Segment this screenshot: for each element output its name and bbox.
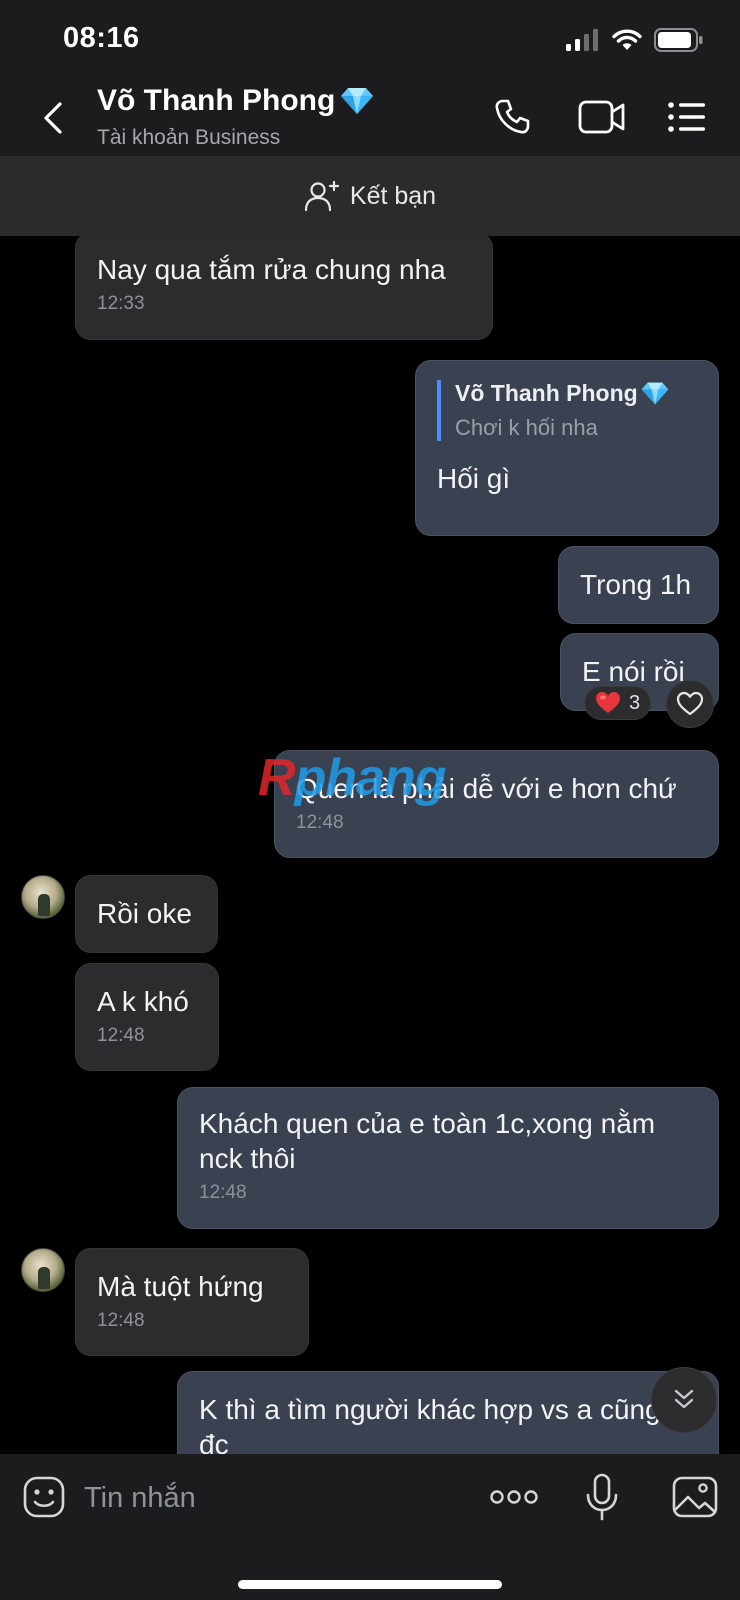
menu-list-icon — [668, 102, 705, 132]
status-bar: 08:16 — [0, 0, 740, 80]
video-call-button[interactable] — [577, 94, 627, 140]
menu-button[interactable] — [662, 94, 712, 140]
signal-icon — [566, 29, 598, 51]
message-bubble-outgoing[interactable]: Trong 1h — [558, 546, 719, 624]
double-chevron-down-icon — [674, 1389, 694, 1409]
add-friend-icon — [304, 180, 340, 212]
diamond-icon — [341, 88, 374, 114]
message-time: 12:48 — [97, 1310, 145, 1331]
message-time: 12:33 — [97, 293, 145, 314]
message-input[interactable] — [84, 1476, 464, 1520]
status-time: 08:16 — [63, 22, 140, 54]
message-text: Mà tuột hứng — [97, 1271, 264, 1302]
react-heart-button[interactable] — [666, 680, 714, 728]
home-indicator — [238, 1580, 502, 1589]
voice-message-button[interactable] — [575, 1470, 629, 1524]
contact-name[interactable]: Võ Thanh Phong — [97, 84, 375, 118]
microphone-icon — [586, 1473, 618, 1521]
sticker-icon — [23, 1476, 65, 1518]
wifi-icon — [612, 29, 642, 50]
scroll-to-bottom-button[interactable] — [651, 1367, 717, 1433]
message-bubble-outgoing[interactable]: Khách quen của e toàn 1c,xong nằm nck th… — [177, 1087, 719, 1229]
reaction-summary[interactable]: 3 — [584, 686, 652, 720]
phone-icon — [495, 99, 530, 134]
reply-quote[interactable]: Võ Thanh Phong Chơi k hối nha — [437, 380, 697, 441]
call-button[interactable] — [487, 94, 537, 140]
contact-name-text: Võ Thanh Phong — [97, 84, 336, 117]
reaction-count: 3 — [629, 691, 641, 714]
message-bubble-incoming[interactable]: Nay qua tắm rửa chung nha 12:33 — [75, 236, 493, 340]
message-text: Nay qua tắm rửa chung nha — [97, 254, 446, 285]
more-options-button[interactable] — [487, 1470, 541, 1524]
battery-icon — [654, 28, 703, 52]
video-call-icon — [578, 100, 625, 134]
back-button[interactable] — [36, 98, 72, 138]
message-text: Trong 1h — [580, 569, 692, 600]
message-text: Rồi oke — [97, 898, 192, 929]
watermark-part2: phang — [294, 749, 447, 807]
watermark-part1: R — [258, 749, 296, 807]
message-list[interactable]: Nay qua tắm rửa chung nha 12:33 Võ Thanh… — [0, 236, 740, 1454]
message-bubble-incoming[interactable]: Rồi oke — [75, 875, 218, 953]
chat-header: Võ Thanh Phong Tài khoản Business — [0, 80, 740, 156]
account-type: Tài khoản Business — [97, 126, 281, 149]
reply-sender: Võ Thanh Phong — [455, 380, 697, 407]
add-friend-bar[interactable]: Kết bạn — [0, 156, 740, 236]
message-text: Hối gì — [437, 463, 511, 494]
message-text: Khách quen của e toàn 1c,xong nằm nck th… — [199, 1108, 656, 1174]
message-time: 12:48 — [199, 1182, 247, 1203]
message-bubble-incoming[interactable]: Mà tuột hứng 12:48 — [75, 1248, 309, 1356]
message-bubble-outgoing[interactable]: Võ Thanh Phong Chơi k hối nha Hối gì — [415, 360, 719, 536]
chevron-left-icon — [44, 102, 62, 134]
message-bubble-outgoing[interactable]: K thì a tìm người khác hợp vs a cũng đc — [177, 1371, 719, 1454]
message-text: K thì a tìm người khác hợp vs a cũng đc — [199, 1394, 661, 1454]
sender-avatar[interactable] — [21, 1248, 65, 1292]
add-friend-label: Kết bạn — [349, 181, 437, 210]
watermark-logo: Rphang — [258, 748, 447, 808]
message-time: 12:48 — [296, 812, 344, 833]
message-bubble-incoming[interactable]: A k khó 12:48 — [75, 963, 219, 1071]
reply-sender-name: Võ Thanh Phong — [455, 380, 638, 406]
heart-reaction-icon — [596, 692, 620, 713]
message-text: A k khó — [97, 986, 189, 1017]
diamond-icon — [641, 382, 669, 405]
reply-text: Chơi k hối nha — [455, 415, 598, 440]
sender-avatar[interactable] — [21, 875, 65, 919]
message-composer — [0, 1454, 740, 1600]
more-dots-icon — [490, 1490, 538, 1504]
status-icons — [566, 28, 704, 52]
heart-outline-icon — [676, 691, 704, 716]
message-time: 12:48 — [97, 1025, 145, 1046]
image-gallery-icon — [672, 1476, 718, 1518]
sticker-button[interactable] — [17, 1470, 71, 1524]
photo-picker-button[interactable] — [668, 1470, 722, 1524]
